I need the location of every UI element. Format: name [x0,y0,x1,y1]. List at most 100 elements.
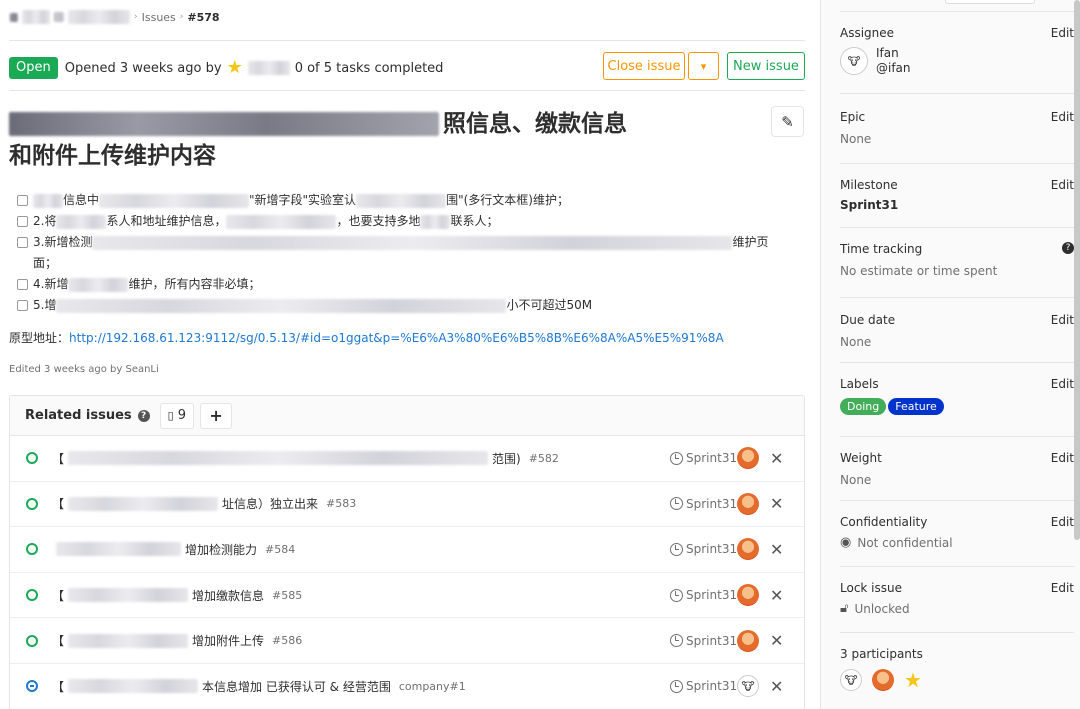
assignee-label: Assignee [840,26,895,40]
due-date-value: None [840,335,872,349]
related-issue-title[interactable]: 【增加附件上传 #586 [52,632,302,649]
task-checkbox[interactable] [17,216,28,227]
issue-reference: #582 [528,451,559,465]
remove-related-close-icon[interactable]: ✕ [770,449,783,468]
assignee-avatar[interactable] [737,447,759,470]
task-text: 3.新增检测 维护页 面； [33,235,769,270]
task-checkbox[interactable] [17,237,28,248]
issues-icon: ▯ [167,409,174,422]
help-question-icon[interactable]: ? [137,409,150,422]
task-item: 信息中 "新增字段"实验室认 围"(多行文本框)维护； [17,190,807,211]
task-checkbox[interactable] [17,279,28,290]
participants-block: 3 participants 🐮 ★ [840,647,1074,691]
title-line-1: 照信息、缴款信息 [9,108,779,140]
time-tracking-help-icon[interactable]: ? [1062,242,1074,254]
remove-related-close-icon[interactable]: ✕ [770,586,783,605]
epic-edit-link[interactable]: Edit [1051,110,1074,124]
related-issues-list: 【范围) #582 Sprint31 ✕ 【址信息）独立出来 #583 Sprint31 ✕ 增… [10,436,804,709]
remove-related-close-icon[interactable]: ✕ [770,631,783,650]
author-avatar-star-icon[interactable]: ★ [227,59,243,77]
clock-icon [670,542,683,556]
related-issue-row[interactable]: 【范围) #582 Sprint31 ✕ [10,436,804,482]
assignee-avatar[interactable]: 🐮 [737,675,759,698]
milestone-edit-link[interactable]: Edit [1051,178,1074,192]
issue-reference: #584 [265,542,296,556]
issue-meta: Opened 3 weeks ago by ★ 0 of 5 tasks com… [65,59,444,77]
time-tracking-block: Time tracking? No estimate or time spent [840,242,1074,298]
remove-related-close-icon[interactable]: ✕ [770,540,783,559]
project-link[interactable] [68,10,130,24]
related-issue-title[interactable]: 【本信息增加 已获得认可 & 经营范围 company#1 [52,678,466,695]
assignee-avatar[interactable] [737,629,759,652]
related-issue-title[interactable]: 增加检测能力 #584 [52,541,295,558]
breadcrumb-issues[interactable]: Issues [142,11,176,24]
edit-title-pencil-icon[interactable]: ✎ [771,106,804,137]
title-visible-part: 照信息、缴款信息 [443,111,627,137]
redacted-text [68,679,199,694]
remove-related-close-icon[interactable]: ✕ [770,677,783,696]
task-checkbox[interactable] [17,195,28,206]
label-feature[interactable]: Feature [888,398,944,415]
related-issue-title[interactable]: 【范围) #582 [52,450,559,467]
related-issue-row[interactable]: 【增加缴款信息 #585 Sprint31 ✕ [10,573,804,619]
task-text: 4.新增 维护，所有内容非必填； [33,277,261,292]
related-issue-row[interactable]: 【增加附件上传 #586 Sprint31 ✕ [10,618,804,664]
assignee-avatar[interactable] [737,538,759,561]
project-icon [54,12,64,22]
milestone-value[interactable]: Sprint31 [840,198,1074,212]
remove-related-close-icon[interactable]: ✕ [770,494,783,513]
add-related-issue-button[interactable]: + [200,402,233,429]
issue-main: › Issues › #578 Open Opened 3 weeks ago … [0,0,818,709]
weight-block: Weight Edit None [840,451,1074,501]
assignee-avatar[interactable] [737,492,759,515]
new-issue-button[interactable]: New issue [727,52,805,80]
task-text: 信息中 "新增字段"实验室认 围"(多行文本框)维护； [33,190,569,211]
issue-reference: #585 [272,588,303,602]
participants-label: 3 participants [840,647,923,661]
redacted-text [56,542,181,557]
task-checkbox[interactable] [17,300,28,311]
breadcrumb-separator: › [179,12,184,22]
author-name[interactable] [247,61,290,75]
redacted-title [9,112,439,136]
close-issue-button[interactable]: Close issue [603,52,685,80]
participant-avatar-fox[interactable] [872,669,894,691]
participant-avatar-star-icon[interactable]: ★ [904,670,922,690]
milestone-block: Milestone Edit Sprint31 [840,178,1074,228]
task-text: 5.增 小不可超过50M [33,298,593,313]
prototype-link[interactable]: http://192.168.61.123:9112/sg/0.5.13/#id… [69,331,724,345]
assignee-avatar[interactable]: 🐮 [840,47,868,75]
close-dropdown-button[interactable]: ▾ [688,52,719,80]
related-issue-title[interactable]: 【增加缴款信息 #585 [52,587,302,604]
breadcrumb-current: #578 [187,10,220,24]
assignee-name[interactable]: Ifan [876,46,911,61]
related-issue-milestone: Sprint31 [670,679,737,693]
issue-open-icon [26,634,38,647]
task-item: 3.新增检测 维护页 面； [17,232,807,274]
assignee-edit-link[interactable]: Edit [1051,26,1074,40]
assignee-avatar[interactable] [737,584,759,607]
confidentiality-edit-link[interactable]: Edit [1051,515,1074,529]
related-issues-panel: Related issues ? ▯ 9 + 【范围) #582 Sprint31 ✕… [9,395,805,709]
related-issue-row[interactable]: 【本信息增加 已获得认可 & 经营范围 company#1 Sprint31 🐮 ✕ [10,664,804,709]
weight-edit-link[interactable]: Edit [1051,451,1074,465]
edited-by: Edited 3 weeks ago by SeanLi [9,364,159,375]
redacted-text [68,496,219,511]
related-issue-row[interactable]: 增加检测能力 #584 Sprint31 ✕ [10,527,804,573]
due-date-edit-link[interactable]: Edit [1051,313,1074,327]
task-item: 4.新增 维护，所有内容非必填； [17,274,807,295]
label-doing[interactable]: Doing [840,398,887,415]
related-issue-title[interactable]: 【址信息）独立出来 #583 [52,495,356,512]
eye-icon: ◉ [840,535,852,550]
participant-avatar-cow[interactable]: 🐮 [840,669,862,691]
related-issue-milestone: Sprint31 [670,497,737,511]
lock-issue-edit-link[interactable]: Edit [1051,581,1074,595]
project-avatar-icon[interactable] [10,12,18,22]
task-text: 2.将 系人和地址维护信息， ，也要支持多地 联系人； [33,214,499,229]
sidebar-scrollbar[interactable] [1074,0,1080,540]
related-issue-row[interactable]: 【址信息）独立出来 #583 Sprint31 ✕ [10,482,804,528]
group-link[interactable] [22,10,50,24]
prototype-label: 原型地址： [9,331,70,345]
opened-text: Opened 3 weeks ago by [64,60,222,76]
labels-edit-link[interactable]: Edit [1051,377,1074,391]
